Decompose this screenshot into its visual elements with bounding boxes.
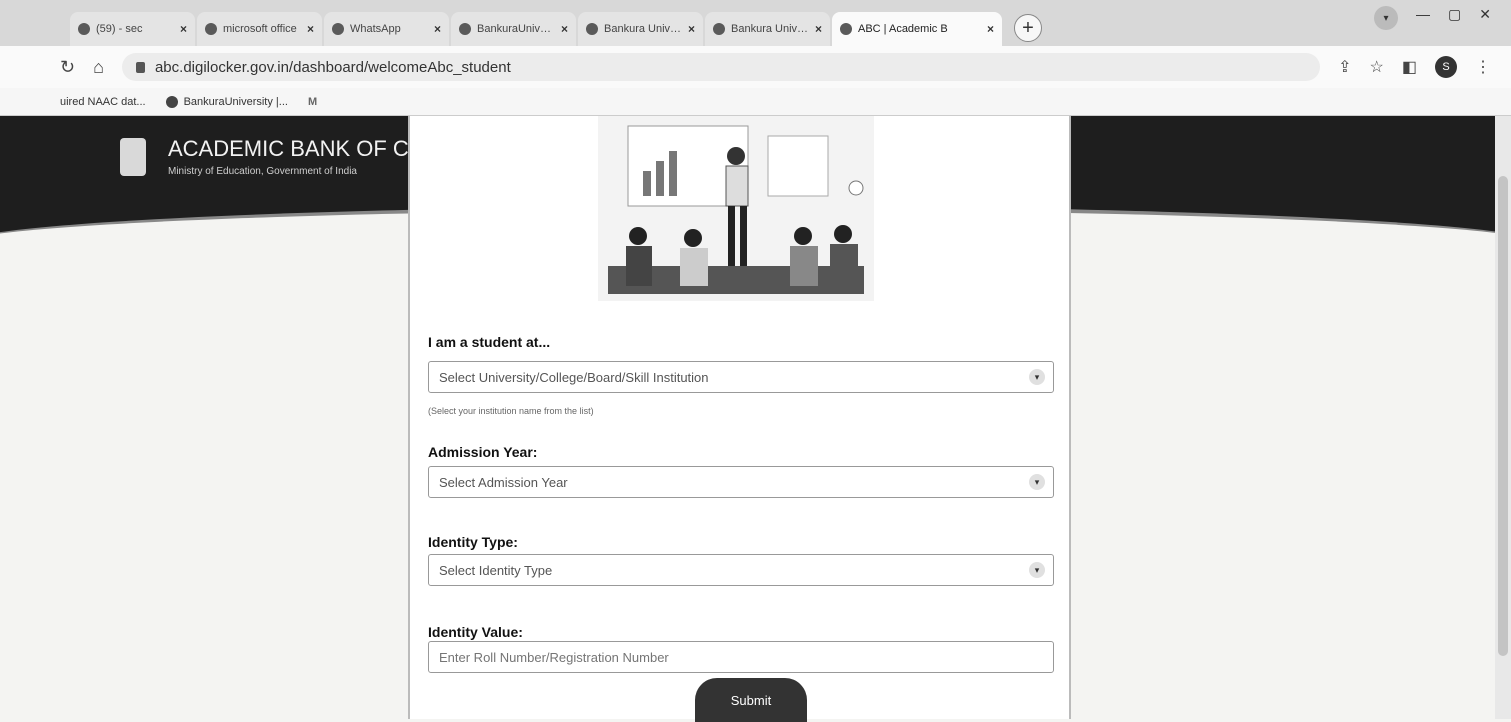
favicon-icon bbox=[459, 23, 471, 35]
close-icon[interactable]: × bbox=[987, 22, 994, 36]
tab-active[interactable]: ABC | Academic B × bbox=[832, 12, 1002, 46]
tab-4[interactable]: BankuraUniversi × bbox=[451, 12, 576, 46]
chevron-down-icon: ▾ bbox=[1029, 474, 1045, 490]
close-window-icon[interactable]: ✕ bbox=[1479, 6, 1491, 30]
identity-value-input[interactable] bbox=[428, 641, 1054, 673]
url-text: abc.digilocker.gov.in/dashboard/welcomeA… bbox=[154, 58, 511, 76]
browser-toolbar: ↻ ⌂ abc.digilocker.gov.in/dashboard/welc… bbox=[0, 46, 1511, 88]
tab-label: Bankura Univers bbox=[604, 23, 682, 35]
chevron-down-icon: ▾ bbox=[1029, 369, 1045, 385]
share-icon[interactable]: ⇪ bbox=[1338, 57, 1351, 77]
globe-icon bbox=[165, 95, 178, 108]
favicon-icon bbox=[713, 23, 725, 35]
tab-1[interactable]: (59) - sec × bbox=[70, 12, 195, 46]
toolbar-actions: ⇪ ☆ ◧ S ⋮ bbox=[1338, 56, 1491, 78]
whatsapp-icon bbox=[332, 23, 344, 35]
identity-type-label: Identity Type: bbox=[428, 534, 518, 550]
home-icon[interactable]: ⌂ bbox=[93, 57, 104, 78]
window-controls: ▾ — ▢ ✕ bbox=[1374, 6, 1491, 30]
admission-year-select[interactable]: Select Admission Year ▾ bbox=[428, 466, 1054, 498]
star-icon[interactable]: ☆ bbox=[1370, 57, 1384, 77]
admission-year-label: Admission Year: bbox=[428, 444, 538, 460]
bookmark-gmail[interactable]: M bbox=[308, 96, 317, 108]
bookmarks-bar: uired NAAC dat... BankuraUniversity |...… bbox=[0, 88, 1511, 116]
favicon-icon bbox=[840, 23, 852, 35]
tab-label: Bankura Universi bbox=[731, 23, 809, 35]
tab-label: microsoft office bbox=[223, 23, 297, 35]
reload-icon[interactable]: ↻ bbox=[60, 57, 75, 78]
side-panel-icon[interactable]: ◧ bbox=[1402, 57, 1417, 77]
maximize-icon[interactable]: ▢ bbox=[1448, 6, 1461, 30]
identity-type-placeholder: Select Identity Type bbox=[439, 562, 553, 578]
favicon-icon bbox=[586, 23, 598, 35]
tab-6[interactable]: Bankura Universi × bbox=[705, 12, 830, 46]
close-icon[interactable]: × bbox=[180, 22, 187, 36]
tab-label: BankuraUniversi bbox=[477, 23, 555, 35]
tab-3[interactable]: WhatsApp × bbox=[324, 12, 449, 46]
tab-2[interactable]: microsoft office × bbox=[197, 12, 322, 46]
favicon-icon bbox=[78, 23, 90, 35]
new-tab-button[interactable]: + bbox=[1014, 14, 1042, 42]
google-icon bbox=[205, 23, 217, 35]
submit-button[interactable]: Submit bbox=[695, 678, 807, 722]
close-icon[interactable]: × bbox=[307, 22, 314, 36]
institution-label: I am a student at... bbox=[428, 334, 551, 350]
scrollbar-thumb[interactable] bbox=[1498, 176, 1508, 656]
close-icon[interactable]: × bbox=[561, 22, 568, 36]
admission-year-placeholder: Select Admission Year bbox=[439, 474, 568, 490]
tab-5[interactable]: Bankura Univers × bbox=[578, 12, 703, 46]
tab-label: ABC | Academic B bbox=[858, 23, 948, 35]
bookmark-label: BankuraUniversity |... bbox=[183, 95, 288, 108]
institution-placeholder: Select University/College/Board/Skill In… bbox=[439, 369, 709, 385]
profile-avatar[interactable]: S bbox=[1435, 56, 1457, 78]
chevron-down-icon: ▾ bbox=[1029, 562, 1045, 578]
page-scrollbar[interactable] bbox=[1495, 116, 1511, 719]
tab-label: (59) - sec bbox=[96, 23, 143, 35]
chevron-down-icon[interactable]: ▾ bbox=[1374, 6, 1399, 30]
site-subtitle: Ministry of Education, Government of Ind… bbox=[168, 166, 357, 177]
close-icon[interactable]: × bbox=[434, 22, 441, 36]
identity-value-label: Identity Value: bbox=[428, 624, 523, 640]
tab-label: WhatsApp bbox=[350, 23, 401, 35]
close-icon[interactable]: × bbox=[815, 22, 822, 36]
institution-hint: (Select your institution name from the l… bbox=[428, 406, 594, 416]
student-modal: I am a student at... Select University/C… bbox=[408, 116, 1071, 722]
menu-icon[interactable]: ⋮ bbox=[1475, 57, 1491, 77]
classroom-illustration bbox=[598, 116, 874, 301]
tab-strip: (59) - sec × microsoft office × WhatsApp × … bbox=[0, 0, 1511, 46]
bookmark-bankura[interactable]: BankuraUniversity |... bbox=[165, 95, 288, 108]
close-icon[interactable]: × bbox=[688, 22, 695, 36]
gmail-icon: M bbox=[307, 95, 318, 108]
institution-select[interactable]: Select University/College/Board/Skill In… bbox=[428, 361, 1054, 393]
emblem-icon bbox=[120, 138, 146, 176]
site-title: ACADEMIC BANK OF C bbox=[168, 136, 409, 161]
lock-icon bbox=[135, 61, 145, 73]
bookmark-label: uired NAAC dat... bbox=[60, 95, 146, 108]
minimize-icon[interactable]: — bbox=[1416, 6, 1430, 30]
address-bar[interactable]: abc.digilocker.gov.in/dashboard/welcomeA… bbox=[121, 53, 1321, 81]
identity-type-select[interactable]: Select Identity Type ▾ bbox=[428, 554, 1054, 586]
bookmark-naac[interactable]: uired NAAC dat... bbox=[60, 96, 146, 108]
